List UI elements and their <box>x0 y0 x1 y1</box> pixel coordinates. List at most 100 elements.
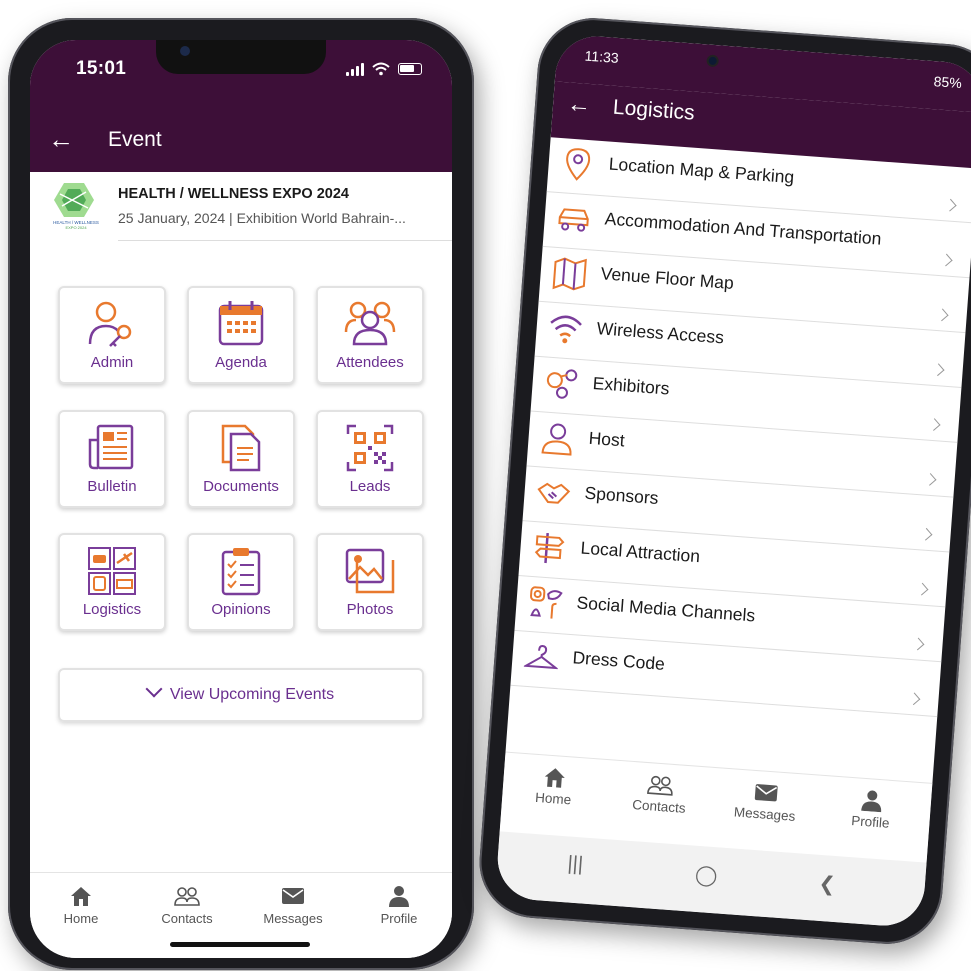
tile-label: Photos <box>346 601 394 618</box>
signal-icon <box>346 62 364 76</box>
item-label: Wireless Access <box>596 318 725 348</box>
back-arrow-icon[interactable]: ← <box>566 90 592 120</box>
item-label: Accommodation And Transportation <box>604 208 883 249</box>
tile-leads[interactable]: Leads <box>316 410 424 508</box>
battery-percent: 85% <box>933 73 963 92</box>
home-icon <box>544 768 565 788</box>
photos-icon <box>345 548 395 594</box>
chevron-right-icon <box>919 527 933 541</box>
back-chevron-icon[interactable]: ❮ <box>818 871 837 897</box>
item-label: Exhibitors <box>592 372 671 399</box>
tab-contacts[interactable]: Contacts <box>614 771 707 817</box>
wifi-icon <box>550 315 582 344</box>
chevron-right-icon <box>943 198 957 212</box>
envelope-icon <box>282 888 304 904</box>
tab-profile[interactable]: Profile <box>825 786 918 832</box>
exhibitors-icon <box>546 369 578 399</box>
front-camera <box>180 46 190 56</box>
chevron-right-icon <box>935 308 949 322</box>
chevron-right-icon <box>907 692 921 706</box>
home-circle-icon[interactable]: ◯ <box>694 862 718 889</box>
item-label: Social Media Channels <box>575 592 756 626</box>
tile-label: Opinions <box>211 601 271 618</box>
profile-icon <box>389 886 409 907</box>
item-label: Location Map & Parking <box>608 153 795 188</box>
tile-bulletin[interactable]: Bulletin <box>58 410 166 508</box>
hanger-icon <box>523 644 560 670</box>
social-media-icon <box>530 586 563 619</box>
tab-label: Profile <box>380 911 418 926</box>
chevron-right-icon <box>923 473 937 486</box>
tab-label: Contacts <box>631 797 687 816</box>
tile-label: Admin <box>90 354 134 371</box>
envelope-icon <box>754 784 778 802</box>
profile-icon <box>861 790 882 813</box>
divider <box>118 240 452 241</box>
tile-label: Logistics <box>82 601 142 618</box>
host-person-icon <box>541 423 572 456</box>
status-time: 15:01 <box>76 58 127 79</box>
notch <box>156 40 326 74</box>
app-bar: ← Event <box>30 110 452 172</box>
upcoming-label: View Upcoming Events <box>169 686 335 703</box>
status-bar: 15:01 <box>30 40 452 110</box>
expo-logo: HEALTH / WELLNESS EXPO 2024 <box>53 183 99 230</box>
location-pin-icon <box>566 148 591 181</box>
event-header[interactable]: HEALTH / WELLNESS EXPO 2024 HEALTH / WEL… <box>30 172 452 246</box>
tab-label: Profile <box>850 813 891 831</box>
tab-contacts[interactable]: Contacts <box>142 885 232 926</box>
signpost-icon <box>534 532 565 564</box>
tab-messages[interactable]: Messages <box>719 778 812 824</box>
attendees-icon <box>344 301 396 346</box>
contacts-icon <box>647 775 673 796</box>
tile-label: Bulletin <box>87 478 137 495</box>
tab-profile[interactable]: Profile <box>354 885 444 926</box>
left-phone: 15:01 ← Event HEALTH / WELLNESS EXPO 202… <box>8 18 474 970</box>
item-label: Host <box>588 427 626 451</box>
tab-label: Contacts <box>161 911 213 926</box>
tab-label: Home <box>63 911 99 926</box>
battery-icon <box>398 63 422 75</box>
chevron-down-icon <box>145 680 163 698</box>
right-phone: 11:33 85% ← Logistics Location Map & Par… <box>475 14 971 948</box>
item-label: Local Attraction <box>579 537 701 567</box>
home-indicator[interactable] <box>170 942 310 947</box>
clipboard-checklist-icon <box>221 548 261 596</box>
tab-messages[interactable]: Messages <box>248 885 338 926</box>
handshake-icon <box>537 482 571 504</box>
tile-label: Agenda <box>215 354 267 371</box>
tile-label: Documents <box>203 478 279 495</box>
logistics-icon <box>88 547 136 595</box>
tab-home[interactable]: Home <box>36 885 126 926</box>
status-icons <box>346 62 422 76</box>
event-screen: 15:01 ← Event HEALTH / WELLNESS EXPO 202… <box>30 40 452 958</box>
back-arrow-icon[interactable]: ← <box>48 126 74 152</box>
chevron-right-icon <box>911 637 925 651</box>
tab-label: Home <box>534 789 572 808</box>
event-details: 25 January, 2024 | Exhibition World Bahr… <box>118 210 406 226</box>
tile-opinions[interactable]: Opinions <box>187 533 295 631</box>
car-icon <box>558 208 589 232</box>
documents-icon <box>221 424 261 472</box>
logistics-screen: 11:33 85% ← Logistics Location Map & Par… <box>494 33 971 929</box>
tile-agenda[interactable]: Agenda <box>187 286 295 384</box>
status-time: 11:33 <box>584 47 620 66</box>
item-label: Venue Floor Map <box>600 263 735 293</box>
chevron-right-icon <box>927 418 941 431</box>
recents-icon[interactable]: ||| <box>567 852 584 876</box>
tile-attendees[interactable]: Attendees <box>316 286 424 384</box>
chevron-right-icon <box>931 363 945 377</box>
contacts-icon <box>174 887 200 906</box>
svg-text:EXPO 2024: EXPO 2024 <box>65 225 87 230</box>
folded-map-icon <box>552 257 587 291</box>
tile-admin[interactable]: Admin <box>58 286 166 384</box>
tile-label: Leads <box>349 478 391 495</box>
tile-documents[interactable]: Documents <box>187 410 295 508</box>
view-upcoming-events-button[interactable]: View Upcoming Events <box>58 668 424 722</box>
newspaper-icon <box>88 424 134 470</box>
tile-photos[interactable]: Photos <box>316 533 424 631</box>
tab-label: Messages <box>263 911 323 926</box>
tile-logistics[interactable]: Logistics <box>58 533 166 631</box>
tab-home[interactable]: Home <box>508 763 601 809</box>
tab-label: Messages <box>733 804 796 824</box>
